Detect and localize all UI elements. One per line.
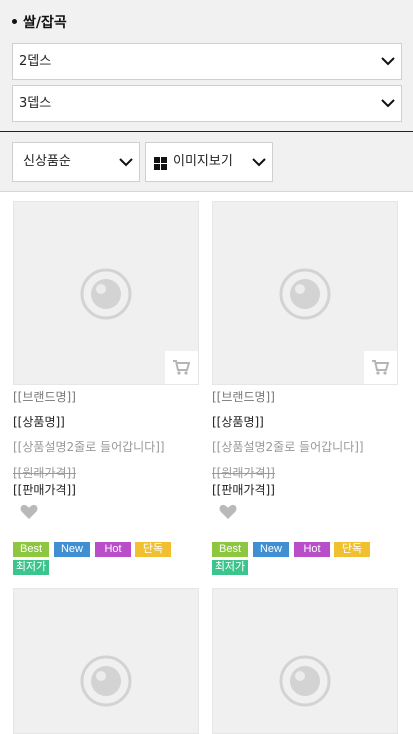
product-brand: [[브랜드명]]	[13, 390, 76, 404]
badge-lowest-price: 최저가	[13, 560, 49, 575]
bullet-icon	[12, 18, 17, 24]
product-name[interactable]: [[상품명]]	[212, 413, 264, 430]
grid-view-icon	[154, 157, 167, 170]
depth2-select-value: 2뎁스	[19, 54, 52, 69]
product-thumbnail[interactable]	[212, 201, 398, 385]
chevron-down-icon	[252, 158, 266, 167]
badge-new: New	[54, 542, 90, 557]
category-title: 쌀/잡곡	[12, 12, 67, 32]
badge-best: Best	[212, 542, 248, 557]
badge-lowest-price: 최저가	[212, 560, 248, 575]
heart-icon[interactable]	[20, 504, 38, 520]
add-to-cart-button[interactable]	[165, 351, 198, 384]
product-card[interactable]: [[브랜드명]] [[상품명]] [[상품설명2줄로 들어갑니다]] [[원래가…	[13, 201, 199, 575]
product-name[interactable]: [[상품명]]	[13, 413, 65, 430]
cart-icon	[173, 360, 190, 375]
badge-hot: Hot	[95, 542, 131, 557]
depth2-select[interactable]: 2뎁스	[12, 43, 402, 80]
image-placeholder-icon	[80, 655, 132, 707]
product-card[interactable]	[13, 588, 199, 734]
product-thumbnail[interactable]	[13, 201, 199, 385]
category-header: 쌀/잡곡 2뎁스 3뎁스	[0, 0, 413, 131]
product-thumbnail[interactable]	[212, 588, 398, 734]
sort-bar: 신상품순 이미지보기	[0, 132, 413, 192]
badge-best: Best	[13, 542, 49, 557]
image-placeholder-icon	[279, 655, 331, 707]
depth3-select-value: 3뎁스	[19, 96, 52, 111]
view-mode-value: 이미지보기	[173, 154, 233, 169]
badge-exclusive: 단독	[334, 542, 370, 557]
product-brand: [[브랜드명]]	[212, 390, 275, 404]
product-sale-price: [[판매가격]]	[13, 483, 76, 497]
sort-order-value: 신상품순	[23, 154, 71, 169]
badge-new: New	[253, 542, 289, 557]
product-original-price: [[원래가격]]	[212, 466, 275, 480]
badge-hot: Hot	[294, 542, 330, 557]
badge-exclusive: 단독	[135, 542, 171, 557]
product-card[interactable]	[212, 588, 398, 734]
product-sale-price: [[판매가격]]	[212, 483, 275, 497]
chevron-down-icon	[381, 57, 395, 66]
image-placeholder-icon	[80, 268, 132, 320]
product-thumbnail[interactable]	[13, 588, 199, 734]
heart-icon[interactable]	[219, 504, 237, 520]
sort-order-select[interactable]: 신상품순	[12, 142, 140, 182]
product-card[interactable]: [[브랜드명]] [[상품명]] [[상품설명2줄로 들어갑니다]] [[원래가…	[212, 201, 398, 575]
image-placeholder-icon	[279, 268, 331, 320]
cart-icon	[372, 360, 389, 375]
chevron-down-icon	[119, 158, 133, 167]
product-original-price: [[원래가격]]	[13, 466, 76, 480]
chevron-down-icon	[381, 99, 395, 108]
add-to-cart-button[interactable]	[364, 351, 397, 384]
product-description: [[상품설명2줄로 들어갑니다]]	[212, 440, 364, 454]
depth3-select[interactable]: 3뎁스	[12, 85, 402, 122]
view-mode-select[interactable]: 이미지보기	[145, 142, 273, 182]
product-description: [[상품설명2줄로 들어갑니다]]	[13, 440, 165, 454]
category-title-text: 쌀/잡곡	[23, 15, 67, 31]
